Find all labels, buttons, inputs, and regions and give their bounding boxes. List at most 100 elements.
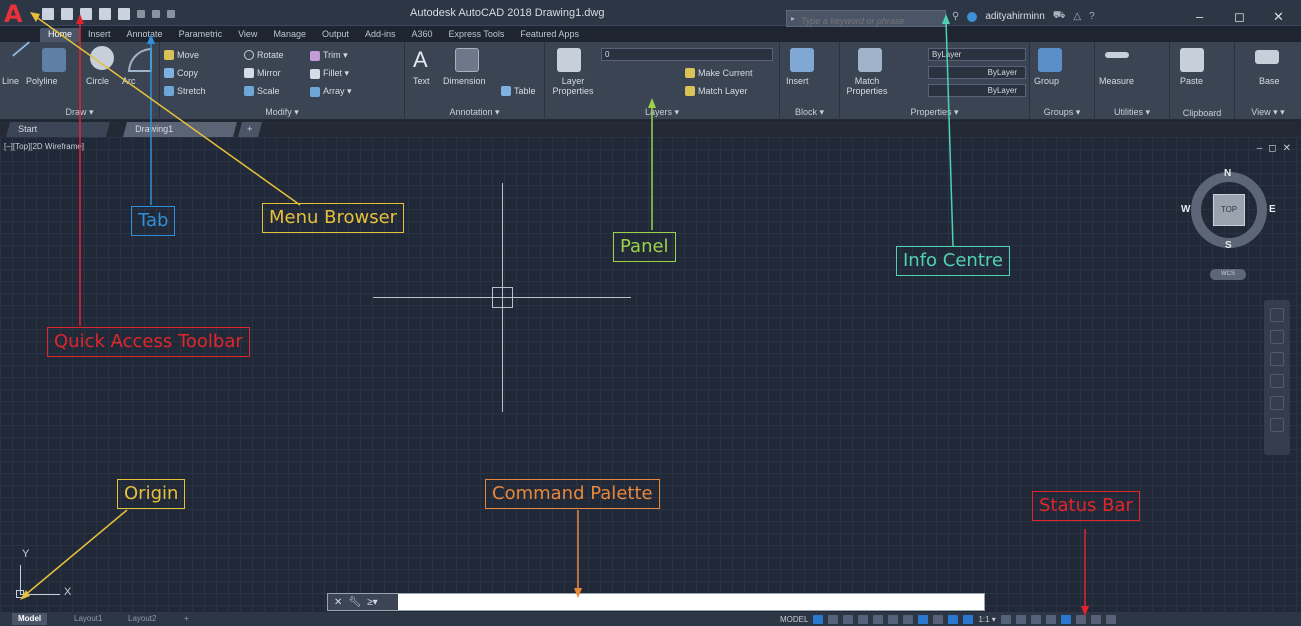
tab-view[interactable]: View <box>230 28 265 42</box>
array-tool[interactable]: Array ▾ <box>310 86 352 97</box>
file-tab-drawing[interactable]: Drawing1 <box>122 122 238 137</box>
tab-parametric[interactable]: Parametric <box>171 28 231 42</box>
annotation-visibility-icon[interactable] <box>948 614 959 624</box>
quick-properties-icon[interactable] <box>1045 614 1056 624</box>
polyline-icon[interactable] <box>42 48 66 72</box>
tab-add-ins[interactable]: Add-ins <box>357 28 404 42</box>
open-file-icon[interactable] <box>61 8 73 20</box>
insert-block-icon[interactable] <box>790 48 814 72</box>
new-file-tab-button[interactable]: + <box>237 122 263 137</box>
modify-panel-title[interactable]: Modify ▾ <box>160 107 404 118</box>
close-button[interactable]: ✕ <box>1273 9 1284 25</box>
tab-a360[interactable]: A360 <box>404 28 441 42</box>
fillet-tool[interactable]: Fillet ▾ <box>310 68 349 79</box>
stretch-tool[interactable]: Stretch <box>164 86 206 96</box>
tab-express-tools[interactable]: Express Tools <box>441 28 513 42</box>
move-tool[interactable]: Move <box>164 50 199 60</box>
viewcube[interactable]: TOP N S W E <box>1181 168 1276 252</box>
text-icon[interactable]: A <box>413 48 437 72</box>
clipboard-panel-title[interactable]: Clipboard <box>1170 108 1234 118</box>
mirror-tool[interactable]: Mirror <box>244 68 281 78</box>
minimize-button[interactable]: – <box>1196 9 1203 24</box>
clean-screen-icon[interactable] <box>1090 614 1101 624</box>
circle-button[interactable]: Circle <box>86 76 109 86</box>
command-prompt-icon[interactable]: ≥▾ <box>367 597 378 608</box>
arc-button[interactable]: Arc <box>122 76 136 86</box>
cart-icon[interactable]: ⛟ <box>1053 10 1066 23</box>
properties-panel-title[interactable]: Properties ▾ <box>840 107 1029 118</box>
application-menu-button[interactable]: A <box>4 2 32 26</box>
steering-wheel-icon[interactable] <box>1270 308 1284 322</box>
infer-constraints-icon[interactable] <box>843 614 854 624</box>
base-view-icon[interactable] <box>1255 50 1279 64</box>
table-tool[interactable]: Table <box>501 86 536 96</box>
group-icon[interactable] <box>1038 48 1062 72</box>
info-center-search[interactable]: ▸ <box>786 10 946 29</box>
layer-dropdown[interactable]: 0 <box>601 48 773 61</box>
user-icon[interactable] <box>967 11 978 22</box>
layout-tab-model[interactable]: Model <box>12 613 48 625</box>
paste-button[interactable]: Paste <box>1180 76 1203 86</box>
model-space-toggle[interactable]: MODEL <box>780 615 808 624</box>
annotation-panel-title[interactable]: Annotation ▾ <box>405 107 544 118</box>
dimension-button[interactable]: Dimension <box>443 76 486 86</box>
layout-tab-layout2[interactable]: Layout2 <box>122 613 162 625</box>
match-properties-button[interactable]: Match Properties <box>846 76 888 96</box>
measure-icon[interactable] <box>1105 52 1129 58</box>
dimension-icon[interactable] <box>455 48 479 72</box>
workspace-gear-icon[interactable] <box>1000 614 1011 624</box>
circle-icon[interactable] <box>90 46 114 70</box>
match-properties-icon[interactable] <box>858 48 882 72</box>
close-icon[interactable]: ✕ <box>334 597 342 608</box>
layer-properties-icon[interactable] <box>557 48 581 72</box>
object-snap-tracking-icon[interactable] <box>903 614 914 624</box>
rotate-tool[interactable]: Rotate <box>244 50 284 60</box>
view-panel-title[interactable]: View ▾ ▾ <box>1235 107 1301 118</box>
lineweight-icon[interactable] <box>933 614 944 624</box>
copy-tool[interactable]: Copy <box>164 68 198 78</box>
zoom-icon[interactable] <box>1270 352 1284 366</box>
polyline-button[interactable]: Polyline <box>26 76 58 86</box>
maximize-button[interactable]: ◻ <box>1234 9 1245 25</box>
viewport-restore-button[interactable]: ◻ <box>1268 143 1276 154</box>
match-layer-button[interactable]: Match Layer <box>685 86 748 96</box>
layers-panel-title[interactable]: Layers ▾ <box>545 107 779 118</box>
lineweight-dropdown[interactable]: ByLayer <box>928 84 1026 97</box>
wrench-icon[interactable]: 🔧︎ <box>348 597 361 608</box>
command-input[interactable] <box>400 594 970 610</box>
hardware-acceleration-icon[interactable] <box>1075 614 1086 624</box>
customization-menu-icon[interactable] <box>1105 614 1116 624</box>
measure-button[interactable]: Measure <box>1099 76 1134 86</box>
block-panel-title[interactable]: Block ▾ <box>780 107 839 118</box>
qat-dropdown-icon[interactable] <box>167 10 175 18</box>
compass-south[interactable]: S <box>1225 240 1232 251</box>
ucs-origin-icon[interactable] <box>16 590 24 598</box>
layer-properties-button[interactable]: Layer Properties <box>549 76 597 96</box>
ortho-icon[interactable] <box>858 614 869 624</box>
line-button[interactable]: Line <box>2 76 19 86</box>
isolate-objects-icon[interactable] <box>1060 614 1071 624</box>
arc-icon[interactable] <box>128 48 152 72</box>
print-icon[interactable] <box>118 8 130 20</box>
compass-west[interactable]: W <box>1181 204 1190 215</box>
viewport-controls-label[interactable]: [–][Top][2D Wireframe] <box>4 142 84 151</box>
viewport-minimize-button[interactable]: – <box>1257 143 1263 154</box>
binoculars-icon[interactable]: ⚲ <box>952 11 959 22</box>
wcs-menu[interactable]: WCS <box>1210 269 1246 280</box>
help-icon[interactable]: ? <box>1089 11 1095 22</box>
text-button[interactable]: Text <box>413 76 430 86</box>
object-snap-icon[interactable] <box>918 614 929 624</box>
insert-button[interactable]: Insert <box>786 76 809 86</box>
tab-home[interactable]: Home <box>40 28 81 42</box>
pan-icon[interactable] <box>1270 330 1284 344</box>
linetype-dropdown[interactable]: ByLayer <box>928 66 1026 79</box>
layout-tab-layout1[interactable]: Layout1 <box>68 613 108 625</box>
make-current-button[interactable]: Make Current <box>685 68 753 78</box>
annotation-monitor-icon[interactable] <box>1015 614 1026 624</box>
group-button[interactable]: Group <box>1034 76 1059 86</box>
grid-icon[interactable] <box>813 614 824 624</box>
base-button[interactable]: Base <box>1259 76 1280 86</box>
tab-annotate[interactable]: Annotate <box>119 28 171 42</box>
trim-tool[interactable]: Trim ▾ <box>310 50 348 61</box>
navbar-settings-icon[interactable] <box>1270 418 1284 432</box>
